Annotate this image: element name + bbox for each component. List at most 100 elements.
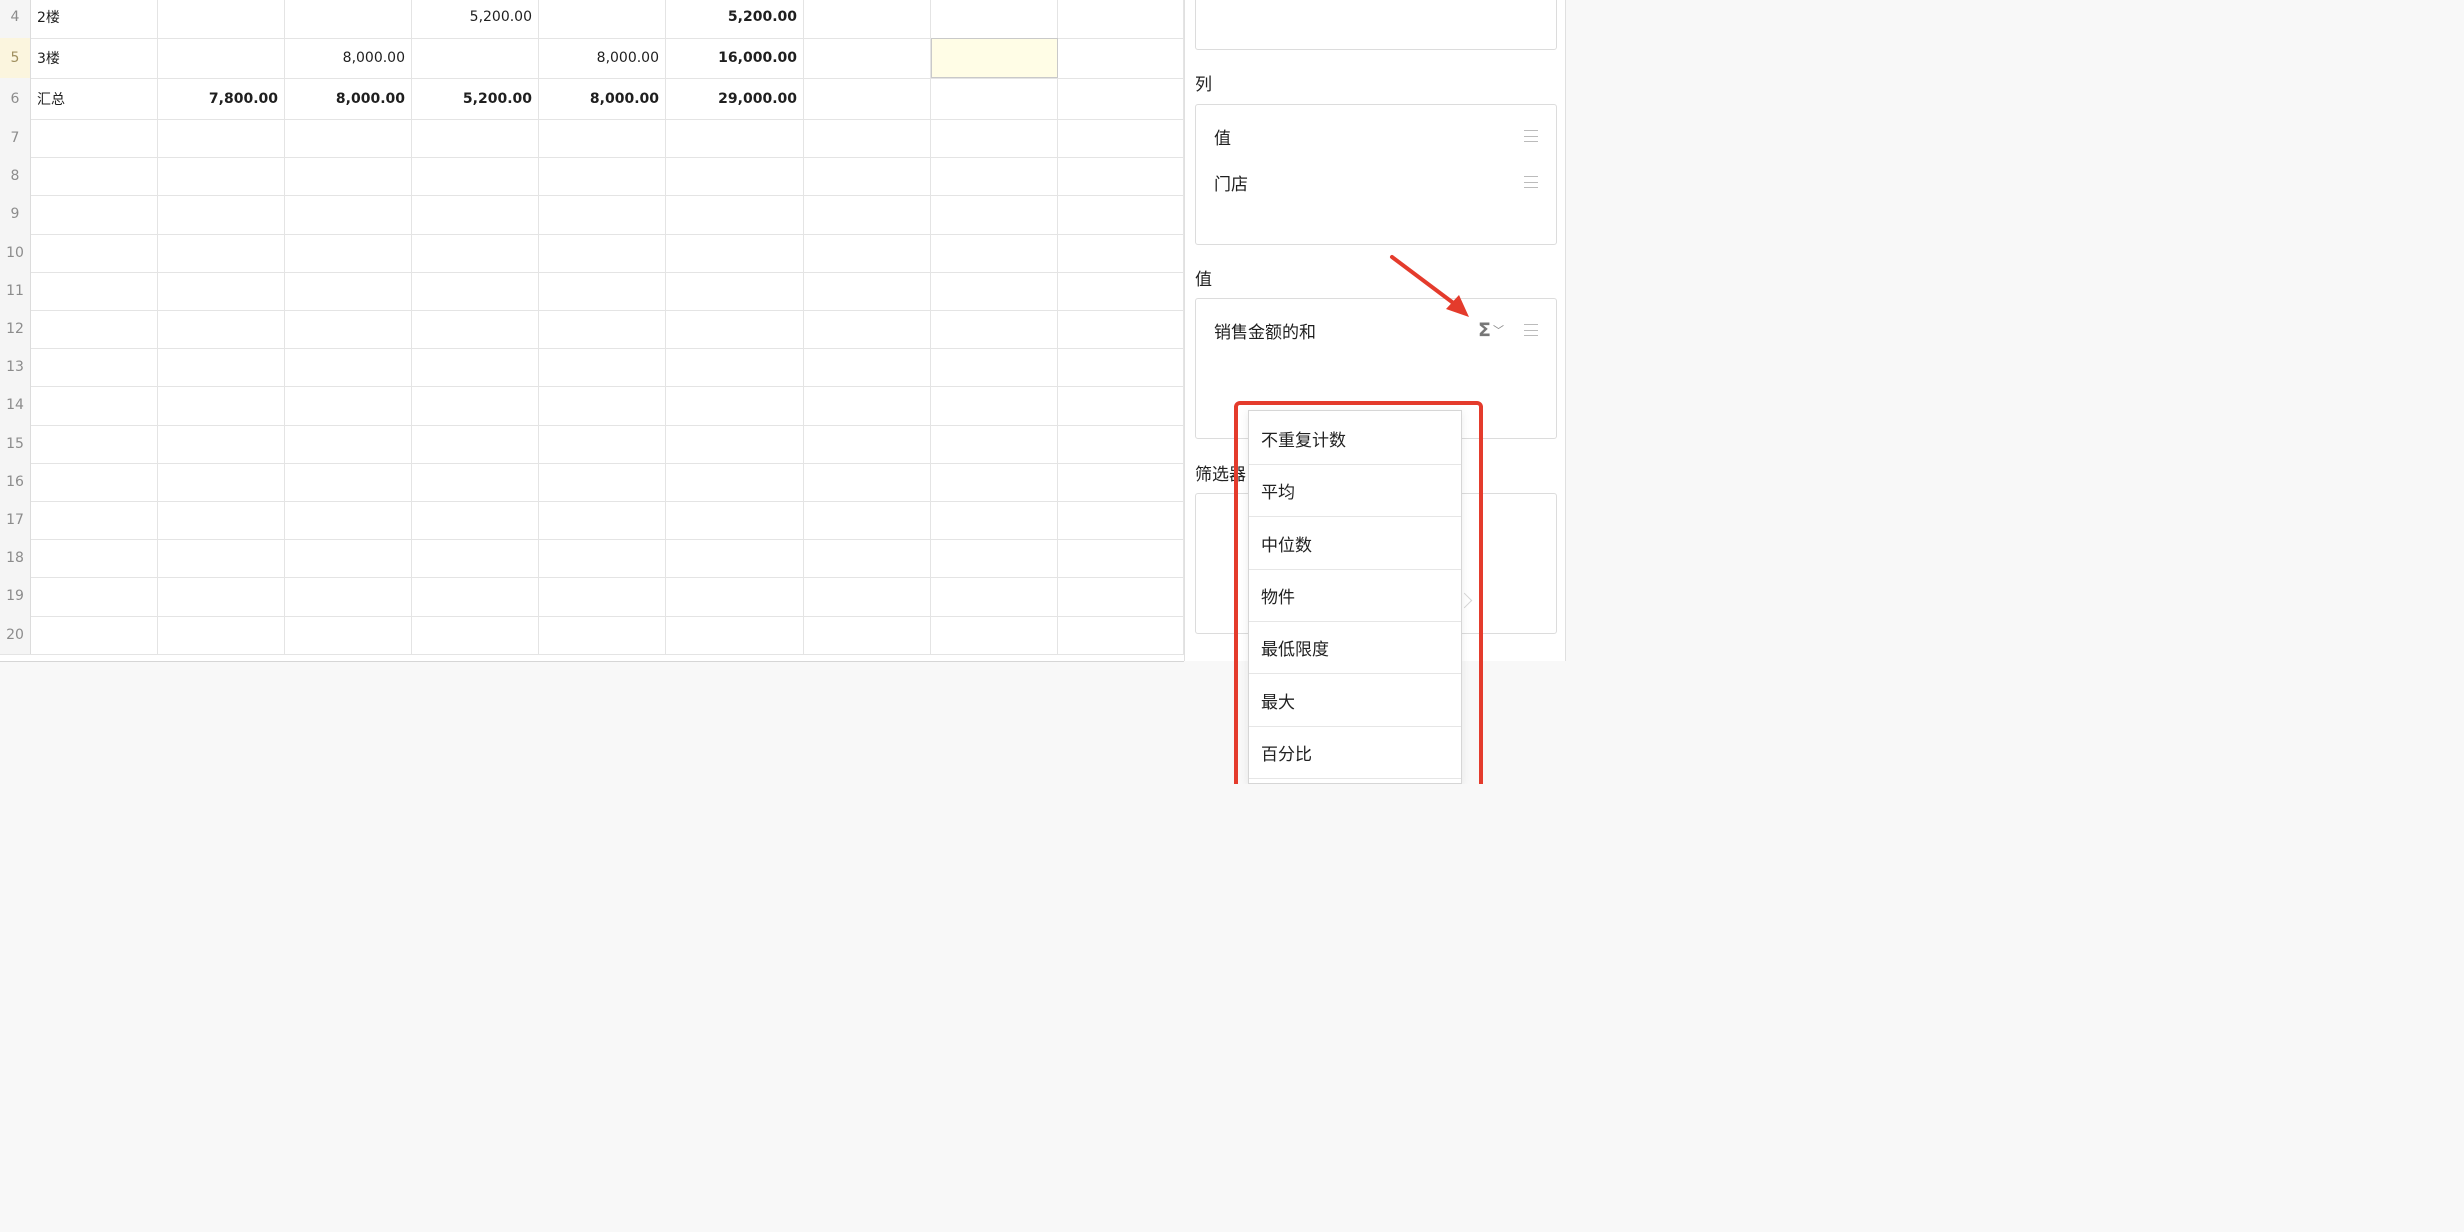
value-cell[interactable] <box>158 462 285 501</box>
row-label-cell[interactable] <box>31 501 158 540</box>
empty-cell[interactable] <box>804 271 931 310</box>
value-cell[interactable] <box>285 424 412 463</box>
value-cell[interactable] <box>158 348 285 387</box>
value-cell[interactable] <box>539 119 666 158</box>
row-label-cell[interactable] <box>31 233 158 272</box>
value-cell[interactable] <box>539 195 666 234</box>
value-cell[interactable] <box>158 615 285 654</box>
value-cell[interactable] <box>158 424 285 463</box>
drag-handle-icon[interactable] <box>1524 324 1538 336</box>
value-cell[interactable]: 8,000.00 <box>285 78 412 119</box>
value-cell[interactable] <box>412 501 539 540</box>
empty-cell[interactable] <box>931 577 1058 616</box>
value-cell[interactable] <box>539 501 666 540</box>
empty-cell[interactable] <box>1058 539 1184 578</box>
row-label-cell[interactable] <box>31 157 158 196</box>
row-label-cell[interactable] <box>31 577 158 616</box>
spreadsheet-grid[interactable]: 4 2楼 5,200.00 5,200.00 5 3楼 8,000.00 8,000.00 16… <box>0 0 1184 661</box>
empty-cell[interactable] <box>931 310 1058 349</box>
value-cell[interactable]: 8,000.00 <box>539 38 666 78</box>
value-cell[interactable] <box>412 348 539 387</box>
row-number[interactable]: 5 <box>0 38 31 78</box>
empty-cell[interactable] <box>931 615 1058 654</box>
value-cell[interactable] <box>539 0 666 38</box>
total-cell[interactable] <box>666 271 804 310</box>
empty-cell[interactable] <box>1058 119 1184 158</box>
empty-cell[interactable] <box>931 271 1058 310</box>
value-cell[interactable] <box>285 615 412 654</box>
row-number[interactable]: 10 <box>0 233 31 272</box>
dropdown-item[interactable]: 最大 <box>1249 675 1461 727</box>
dropdown-item[interactable]: 物件 <box>1249 570 1461 622</box>
value-cell[interactable] <box>412 195 539 234</box>
value-cell[interactable] <box>539 539 666 578</box>
row-label-cell[interactable] <box>31 310 158 349</box>
row-label-cell[interactable] <box>31 539 158 578</box>
total-cell[interactable] <box>666 462 804 501</box>
total-cell[interactable] <box>666 310 804 349</box>
row-label-cell[interactable]: 2楼 <box>31 0 158 38</box>
empty-cell[interactable] <box>931 462 1058 501</box>
empty-cell[interactable] <box>931 386 1058 425</box>
row-number[interactable]: 17 <box>0 501 31 540</box>
value-cell[interactable] <box>158 119 285 158</box>
value-cell[interactable] <box>285 0 412 38</box>
empty-cell[interactable] <box>804 501 931 540</box>
empty-cell[interactable] <box>804 195 931 234</box>
row-number[interactable]: 8 <box>0 157 31 196</box>
empty-cell[interactable] <box>804 577 931 616</box>
total-cell[interactable] <box>666 577 804 616</box>
empty-cell[interactable] <box>931 195 1058 234</box>
value-cell[interactable] <box>539 615 666 654</box>
value-cell[interactable] <box>412 539 539 578</box>
empty-cell[interactable] <box>804 0 931 38</box>
empty-cell[interactable] <box>1058 78 1184 119</box>
value-cell[interactable] <box>158 501 285 540</box>
value-cell[interactable] <box>158 233 285 272</box>
row-number[interactable]: 12 <box>0 310 31 349</box>
empty-cell[interactable] <box>931 233 1058 272</box>
total-cell[interactable] <box>666 615 804 654</box>
value-cell[interactable] <box>412 310 539 349</box>
empty-cell[interactable] <box>931 157 1058 196</box>
row-number[interactable]: 15 <box>0 424 31 463</box>
empty-cell[interactable] <box>931 119 1058 158</box>
drag-handle-icon[interactable] <box>1524 176 1538 188</box>
value-cell[interactable] <box>285 577 412 616</box>
value-cell[interactable] <box>285 348 412 387</box>
value-cell[interactable] <box>158 195 285 234</box>
value-cell[interactable]: 5,200.00 <box>412 0 539 38</box>
value-cell[interactable] <box>158 38 285 78</box>
value-cell[interactable]: 8,000.00 <box>539 78 666 119</box>
value-cell[interactable] <box>158 386 285 425</box>
value-cell[interactable] <box>539 271 666 310</box>
row-label-cell[interactable] <box>31 462 158 501</box>
empty-cell[interactable] <box>1058 157 1184 196</box>
value-cell[interactable] <box>412 119 539 158</box>
total-cell[interactable] <box>666 195 804 234</box>
row-number[interactable]: 9 <box>0 195 31 234</box>
empty-cell[interactable] <box>804 462 931 501</box>
row-label-cell[interactable] <box>31 615 158 654</box>
total-cell[interactable] <box>666 348 804 387</box>
columns-zone[interactable]: 值 门店 <box>1195 104 1557 245</box>
rows-zone[interactable] <box>1195 0 1557 50</box>
empty-cell[interactable] <box>1058 271 1184 310</box>
empty-cell[interactable] <box>1058 195 1184 234</box>
value-cell[interactable] <box>412 386 539 425</box>
value-cell[interactable] <box>412 157 539 196</box>
empty-cell[interactable] <box>1058 233 1184 272</box>
value-cell[interactable] <box>412 462 539 501</box>
value-cell[interactable] <box>285 195 412 234</box>
value-cell[interactable] <box>158 539 285 578</box>
value-cell[interactable] <box>412 615 539 654</box>
empty-cell[interactable] <box>931 501 1058 540</box>
row-label-cell[interactable] <box>31 271 158 310</box>
value-cell[interactable]: 5,200.00 <box>412 78 539 119</box>
empty-cell[interactable] <box>804 38 931 78</box>
row-label-cell[interactable]: 汇总 <box>31 78 158 119</box>
total-cell[interactable] <box>666 501 804 540</box>
empty-cell[interactable] <box>804 233 931 272</box>
row-number[interactable]: 19 <box>0 577 31 616</box>
total-cell[interactable] <box>666 424 804 463</box>
